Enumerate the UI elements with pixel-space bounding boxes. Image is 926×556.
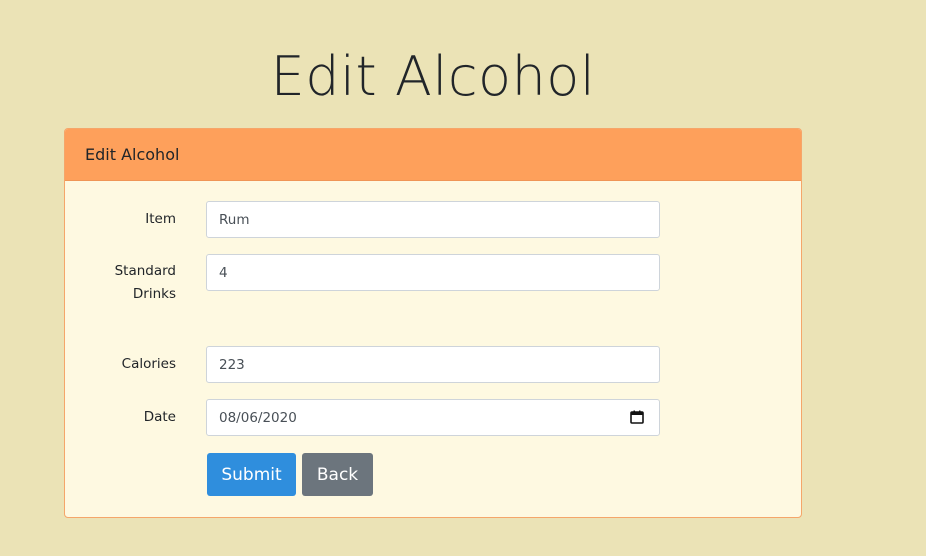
date-input[interactable]: 08/06/2020: [206, 399, 660, 436]
back-button[interactable]: Back: [302, 453, 373, 496]
standard-drinks-label-line1: Standard: [114, 263, 176, 279]
edit-alcohol-card: Edit Alcohol Item Rum Standard Drinks 4 …: [64, 128, 802, 518]
page-title: Edit Alcohol: [270, 45, 596, 108]
date-value: 08/06/2020: [219, 409, 297, 426]
standard-drinks-input[interactable]: 4: [206, 254, 660, 291]
calendar-icon[interactable]: [630, 410, 644, 424]
calories-input[interactable]: 223: [206, 346, 660, 383]
date-label: Date: [143, 409, 176, 425]
item-input[interactable]: Rum: [206, 201, 660, 238]
item-label: Item: [145, 211, 176, 227]
submit-button[interactable]: Submit: [207, 453, 296, 496]
calories-label: Calories: [121, 356, 176, 372]
card-header: Edit Alcohol: [65, 129, 801, 181]
standard-drinks-label-line2: Drinks: [132, 286, 176, 302]
standard-drinks-label: Standard Drinks: [115, 260, 176, 306]
